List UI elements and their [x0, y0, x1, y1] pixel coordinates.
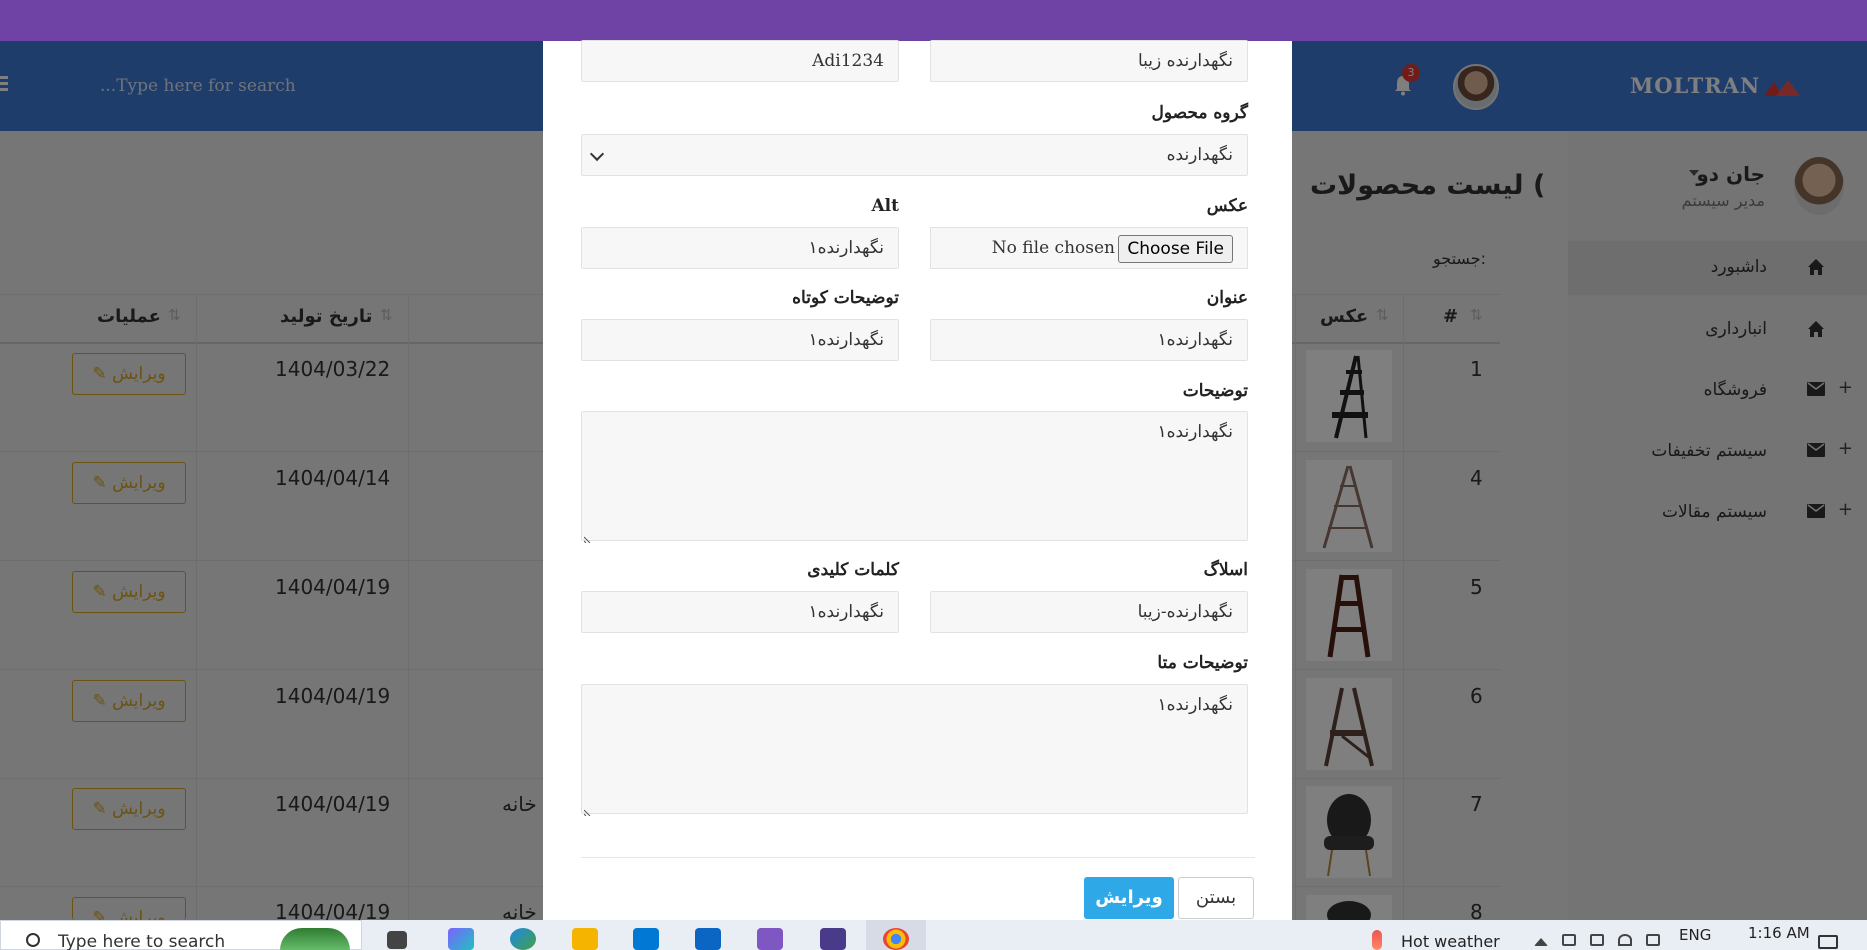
search-icon — [26, 933, 40, 947]
keywords-label: کلمات کلیدی — [807, 560, 899, 580]
weather-text[interactable]: Hot weather — [1401, 932, 1500, 950]
description-textarea[interactable]: نگهدارنده۱ — [581, 411, 1248, 544]
choose-file-button[interactable]: Choose File — [1118, 235, 1233, 263]
language-indicator[interactable]: ENG — [1679, 926, 1711, 944]
notification-center-icon[interactable] — [1818, 935, 1838, 949]
phone-icon[interactable] — [1562, 934, 1576, 946]
description-label: توضیحات — [1182, 381, 1248, 401]
wifi-icon[interactable] — [1618, 934, 1632, 946]
group-select[interactable]: نگهدارنده — [581, 134, 1248, 176]
file-status: No file chosen — [991, 238, 1115, 258]
title-label: عنوان — [1206, 288, 1248, 308]
image-file-input[interactable]: Choose File No file chosen — [930, 227, 1248, 269]
clock[interactable]: 1:16 AM — [1748, 924, 1810, 942]
meta-description-textarea[interactable]: نگهدارنده۱ — [581, 684, 1248, 817]
file-explorer-icon[interactable] — [572, 928, 598, 950]
modal-footer-divider — [581, 857, 1255, 858]
submit-edit-button[interactable]: ویرایش — [1084, 877, 1174, 919]
close-button[interactable]: بستن — [1178, 877, 1254, 919]
name-input[interactable]: نگهدارنده زیبا — [930, 40, 1248, 82]
slug-input[interactable]: نگهدارنده-زیبا — [930, 591, 1248, 633]
edge-icon[interactable] — [510, 928, 536, 950]
alt-label: Alt — [871, 196, 899, 216]
speaker-icon[interactable] — [1646, 934, 1660, 946]
thermometer-icon — [1372, 930, 1382, 950]
copilot-icon[interactable] — [448, 928, 474, 950]
short-description-label: توضیحات کوتاه — [792, 288, 899, 308]
chevron-down-icon — [589, 146, 605, 162]
title-input[interactable]: نگهدارنده۱ — [930, 319, 1248, 361]
taskbar-search-text[interactable]: Type here to search — [58, 932, 225, 950]
keywords-input[interactable]: نگهدارنده۱ — [581, 591, 899, 633]
slug-label: اسلاگ — [1203, 560, 1248, 580]
code-input[interactable]: Adi1234 — [581, 40, 899, 82]
task-view-icon[interactable] — [387, 931, 407, 949]
resize-grip-icon[interactable] — [583, 801, 594, 817]
resize-grip-icon[interactable] — [583, 528, 594, 544]
terminal-icon[interactable] — [820, 928, 846, 950]
store-icon[interactable] — [633, 928, 659, 950]
meta-description-label: توضیحات متا — [1157, 653, 1248, 673]
watermelon-icon — [280, 928, 350, 950]
chevron-up-icon[interactable] — [1534, 938, 1548, 946]
top-strip — [0, 0, 1867, 41]
group-label: گروه محصول — [1151, 103, 1248, 123]
alt-input[interactable]: نگهدارنده۱ — [581, 227, 899, 269]
chrome-icon[interactable] — [883, 928, 909, 950]
visual-studio-icon[interactable] — [757, 928, 783, 950]
battery-icon[interactable] — [1590, 934, 1604, 946]
short-description-input[interactable]: نگهدارنده۱ — [581, 319, 899, 361]
image-label: عکس — [1206, 196, 1248, 216]
outlook-icon[interactable] — [695, 928, 721, 950]
